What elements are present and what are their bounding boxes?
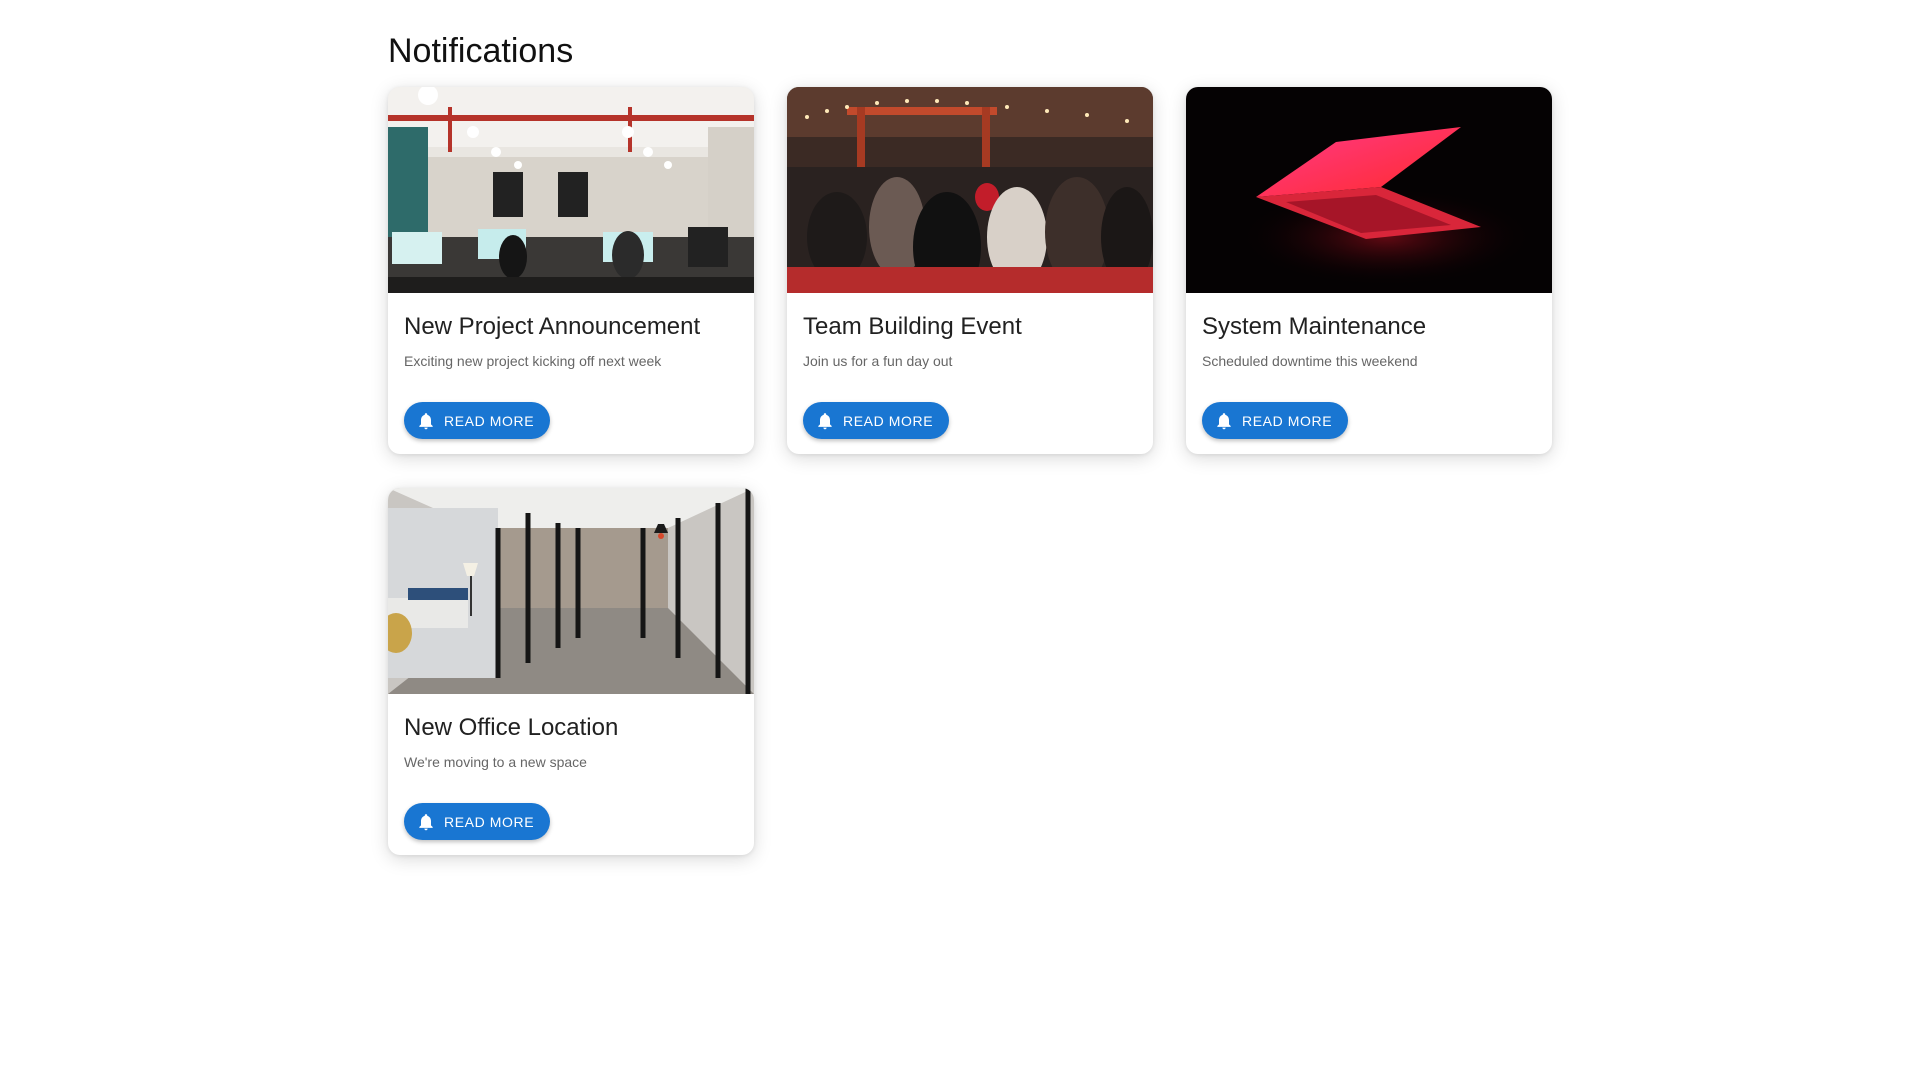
card-title: New Office Location xyxy=(404,714,619,741)
page-title: Notifications xyxy=(388,32,574,70)
read-more-button[interactable]: READ MORE xyxy=(404,402,551,439)
read-more-label: READ MORE xyxy=(444,813,535,830)
card-body: System Maintenance Scheduled downtime th… xyxy=(1202,313,1536,369)
card-description: Scheduled downtime this weekend xyxy=(1202,353,1418,369)
card-body: New Project Announcement Exciting new pr… xyxy=(404,313,738,369)
card-description: We're moving to a new space xyxy=(404,754,587,770)
read-more-button[interactable]: READ MORE xyxy=(1202,402,1349,439)
card-description: Join us for a fun day out xyxy=(803,353,953,369)
notification-card: New Office Location We're moving to a ne… xyxy=(388,488,754,855)
card-body: Team Building Event Join us for a fun da… xyxy=(803,313,1137,369)
read-more-button[interactable]: READ MORE xyxy=(803,402,950,439)
card-image-party xyxy=(787,87,1153,293)
notification-card: System Maintenance Scheduled downtime th… xyxy=(1186,87,1552,454)
bell-icon xyxy=(416,812,436,832)
card-image-hallway xyxy=(388,488,754,694)
read-more-button[interactable]: READ MORE xyxy=(404,803,551,840)
card-image-laptop xyxy=(1186,87,1552,293)
card-description: Exciting new project kicking off next we… xyxy=(404,353,662,369)
read-more-label: READ MORE xyxy=(843,412,934,429)
card-image-office xyxy=(388,87,754,293)
read-more-label: READ MORE xyxy=(1242,412,1333,429)
card-title: System Maintenance xyxy=(1202,313,1427,340)
card-body: New Office Location We're moving to a ne… xyxy=(404,714,738,770)
bell-icon xyxy=(416,411,436,431)
card-title: New Project Announcement xyxy=(404,313,701,340)
bell-icon xyxy=(815,411,835,431)
read-more-label: READ MORE xyxy=(444,412,535,429)
notification-card: New Project Announcement Exciting new pr… xyxy=(388,87,754,454)
bell-icon xyxy=(1214,411,1234,431)
card-title: Team Building Event xyxy=(803,313,1022,340)
notification-card: Team Building Event Join us for a fun da… xyxy=(787,87,1153,454)
